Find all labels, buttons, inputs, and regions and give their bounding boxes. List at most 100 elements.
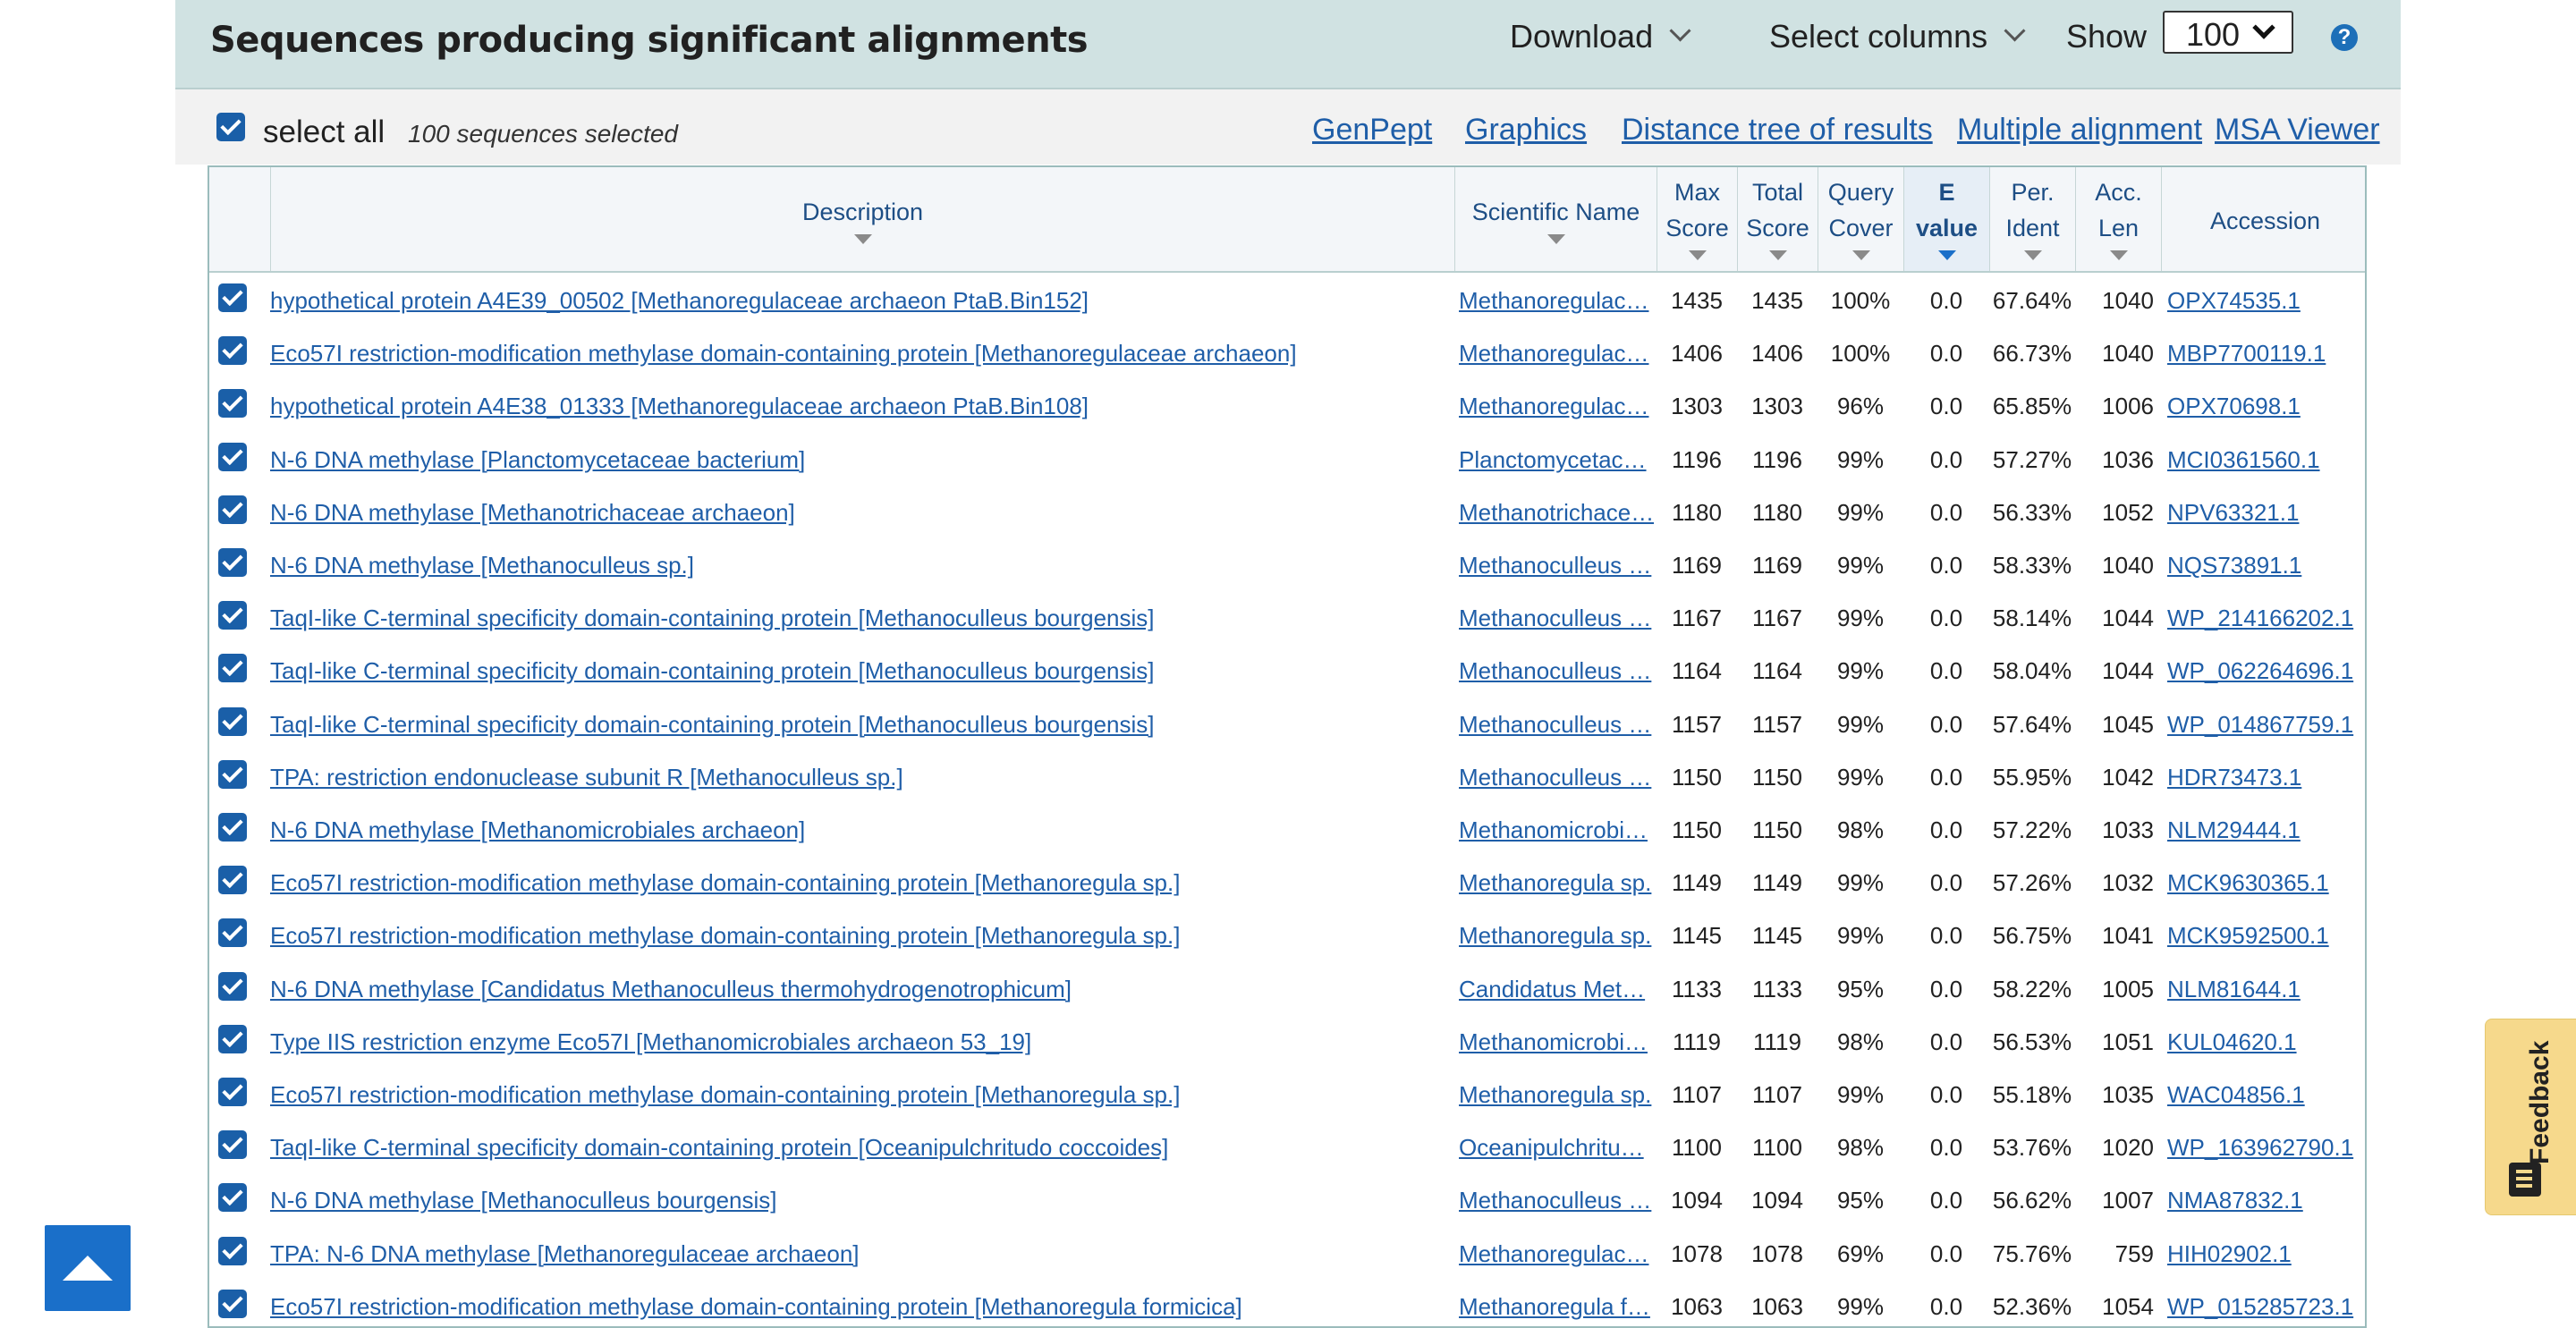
row-accession-link[interactable]: WAC04856.1 [2167, 1081, 2365, 1109]
row-scientific-name-link[interactable]: Methanoculleus … [1459, 552, 1654, 579]
row-checkbox[interactable] [218, 283, 247, 312]
row-description-link[interactable]: TPA: N-6 DNA methylase [Methanoregulacea… [270, 1240, 1449, 1268]
row-description-link[interactable]: hypothetical protein A4E38_01333 [Methan… [270, 393, 1449, 420]
row-description-link[interactable]: Eco57I restriction-modification methylas… [270, 340, 1449, 368]
row-accession-link[interactable]: NLM29444.1 [2167, 816, 2365, 844]
row-description-link[interactable]: N-6 DNA methylase [Planctomycetaceae bac… [270, 446, 1449, 474]
graphics-link[interactable]: Graphics [1465, 113, 1587, 148]
row-scientific-name-link[interactable]: Methanoregula f… [1459, 1293, 1654, 1321]
row-scientific-name-link[interactable]: Oceanipulchritu… [1459, 1134, 1654, 1162]
col-evalue[interactable]: E value [1903, 167, 1989, 271]
row-checkbox[interactable] [218, 759, 247, 789]
row-description-link[interactable]: hypothetical protein A4E39_00502 [Methan… [270, 287, 1449, 315]
row-accession-link[interactable]: WP_062264696.1 [2167, 657, 2365, 685]
select-columns-dropdown[interactable]: Select columns [1769, 18, 2026, 55]
row-scientific-name-link[interactable]: Methanomicrobi… [1459, 1028, 1654, 1056]
col-total-score[interactable]: Total Score [1737, 167, 1818, 271]
row-scientific-name-link[interactable]: Methanoculleus … [1459, 764, 1654, 791]
row-checkbox[interactable] [218, 706, 247, 736]
scroll-to-top-button[interactable] [45, 1225, 131, 1311]
col-max-score[interactable]: Max Score [1657, 167, 1737, 271]
row-scientific-name-link[interactable]: Methanoregula sp. [1459, 1081, 1654, 1109]
download-dropdown[interactable]: Download [1510, 18, 1691, 55]
row-checkbox[interactable] [218, 1236, 247, 1265]
row-checkbox[interactable] [218, 336, 247, 366]
row-description-link[interactable]: Eco57I restriction-modification methylas… [270, 922, 1449, 950]
col-per-ident[interactable]: Per. Ident [1989, 167, 2075, 271]
row-checkbox[interactable] [218, 1130, 247, 1160]
row-description-link[interactable]: Eco57I restriction-modification methylas… [270, 869, 1449, 897]
row-scientific-name-link[interactable]: Methanoculleus … [1459, 711, 1654, 739]
row-description-link[interactable]: Eco57I restriction-modification methylas… [270, 1293, 1449, 1321]
row-description-link[interactable]: N-6 DNA methylase [Candidatus Methanocul… [270, 976, 1449, 1003]
row-checkbox[interactable] [218, 548, 247, 577]
row-scientific-name-link[interactable]: Methanoregula sp. [1459, 922, 1654, 950]
row-description-link[interactable]: Eco57I restriction-modification methylas… [270, 1081, 1449, 1109]
row-description-link[interactable]: TaqI-like C-terminal specificity domain-… [270, 657, 1449, 685]
row-accession-link[interactable]: WP_014867759.1 [2167, 711, 2365, 739]
row-accession-link[interactable]: MBP7700119.1 [2167, 340, 2365, 368]
row-accession-link[interactable]: MCI0361560.1 [2167, 446, 2365, 474]
multiple-alignment-link[interactable]: Multiple alignment [1957, 113, 2202, 148]
row-checkbox[interactable] [218, 813, 247, 842]
col-description[interactable]: Description [270, 167, 1454, 271]
row-accession-link[interactable]: HIH02902.1 [2167, 1240, 2365, 1268]
row-checkbox[interactable] [218, 654, 247, 683]
row-description-link[interactable]: TPA: restriction endonuclease subunit R … [270, 764, 1449, 791]
row-scientific-name-link[interactable]: Methanomicrobi… [1459, 816, 1654, 844]
col-scientific-name[interactable]: Scientific Name [1454, 167, 1657, 271]
row-accession-link[interactable]: OPX74535.1 [2167, 287, 2365, 315]
row-description-link[interactable]: N-6 DNA methylase [Methanoculleus sp.] [270, 552, 1449, 579]
row-accession-link[interactable]: MCK9592500.1 [2167, 922, 2365, 950]
row-description-link[interactable]: Type IIS restriction enzyme Eco57I [Meth… [270, 1028, 1449, 1056]
row-checkbox[interactable] [218, 1183, 247, 1213]
row-scientific-name-link[interactable]: Methanoregulac… [1459, 340, 1654, 368]
row-scientific-name-link[interactable]: Methanoregula sp. [1459, 869, 1654, 897]
row-scientific-name-link[interactable]: Methanoregulac… [1459, 1240, 1654, 1268]
row-accession-link[interactable]: WP_163962790.1 [2167, 1134, 2365, 1162]
row-scientific-name-link[interactable]: Methanoregulac… [1459, 287, 1654, 315]
row-accession-link[interactable]: KUL04620.1 [2167, 1028, 2365, 1056]
row-accession-link[interactable]: NQS73891.1 [2167, 552, 2365, 579]
row-checkbox[interactable] [218, 918, 247, 948]
row-accession-link[interactable]: OPX70698.1 [2167, 393, 2365, 420]
row-checkbox[interactable] [218, 601, 247, 630]
row-checkbox[interactable] [218, 389, 247, 419]
row-scientific-name-link[interactable]: Candidatus Met… [1459, 976, 1654, 1003]
row-accession-link[interactable]: NLM81644.1 [2167, 976, 2365, 1003]
row-checkbox[interactable] [218, 1289, 247, 1318]
msa-viewer-link[interactable]: MSA Viewer [2215, 113, 2380, 148]
select-all-checkbox[interactable] [216, 113, 245, 141]
row-description-link[interactable]: N-6 DNA methylase [Methanomicrobiales ar… [270, 816, 1449, 844]
row-scientific-name-link[interactable]: Methanoculleus … [1459, 605, 1654, 632]
row-description-link[interactable]: TaqI-like C-terminal specificity domain-… [270, 711, 1449, 739]
row-scientific-name-link[interactable]: Methanotrichace… [1459, 499, 1654, 527]
row-accession-link[interactable]: MCK9630365.1 [2167, 869, 2365, 897]
row-scientific-name-link[interactable]: Methanoculleus … [1459, 1187, 1654, 1214]
row-checkbox[interactable] [218, 1024, 247, 1053]
row-scientific-name-link[interactable]: Methanoculleus … [1459, 657, 1654, 685]
col-accession[interactable]: Accession [2161, 167, 2365, 271]
row-description-link[interactable]: TaqI-like C-terminal specificity domain-… [270, 605, 1449, 632]
row-accession-link[interactable]: NMA87832.1 [2167, 1187, 2365, 1214]
row-accession-link[interactable]: WP_015285723.1 [2167, 1293, 2365, 1321]
row-checkbox[interactable] [218, 866, 247, 895]
row-checkbox[interactable] [218, 971, 247, 1001]
row-scientific-name-link[interactable]: Planctomycetac… [1459, 446, 1654, 474]
row-accession-link[interactable]: NPV63321.1 [2167, 499, 2365, 527]
row-accession-link[interactable]: WP_214166202.1 [2167, 605, 2365, 632]
show-count-select[interactable]: 100 [2163, 11, 2293, 54]
row-checkbox[interactable] [218, 495, 247, 524]
col-acc-len[interactable]: Acc. Len [2075, 167, 2161, 271]
feedback-button[interactable]: Feedback [2485, 1019, 2576, 1215]
row-description-link[interactable]: N-6 DNA methylase [Methanoculleus bourge… [270, 1187, 1449, 1214]
help-icon[interactable]: ? [2331, 24, 2358, 51]
col-query-cover[interactable]: Query Cover [1818, 167, 1903, 271]
row-description-link[interactable]: N-6 DNA methylase [Methanotrichaceae arc… [270, 499, 1449, 527]
row-checkbox[interactable] [218, 442, 247, 471]
row-accession-link[interactable]: HDR73473.1 [2167, 764, 2365, 791]
distance-tree-link[interactable]: Distance tree of results [1622, 113, 1933, 148]
row-description-link[interactable]: TaqI-like C-terminal specificity domain-… [270, 1134, 1449, 1162]
row-checkbox[interactable] [218, 1078, 247, 1106]
genpept-link[interactable]: GenPept [1312, 113, 1432, 148]
